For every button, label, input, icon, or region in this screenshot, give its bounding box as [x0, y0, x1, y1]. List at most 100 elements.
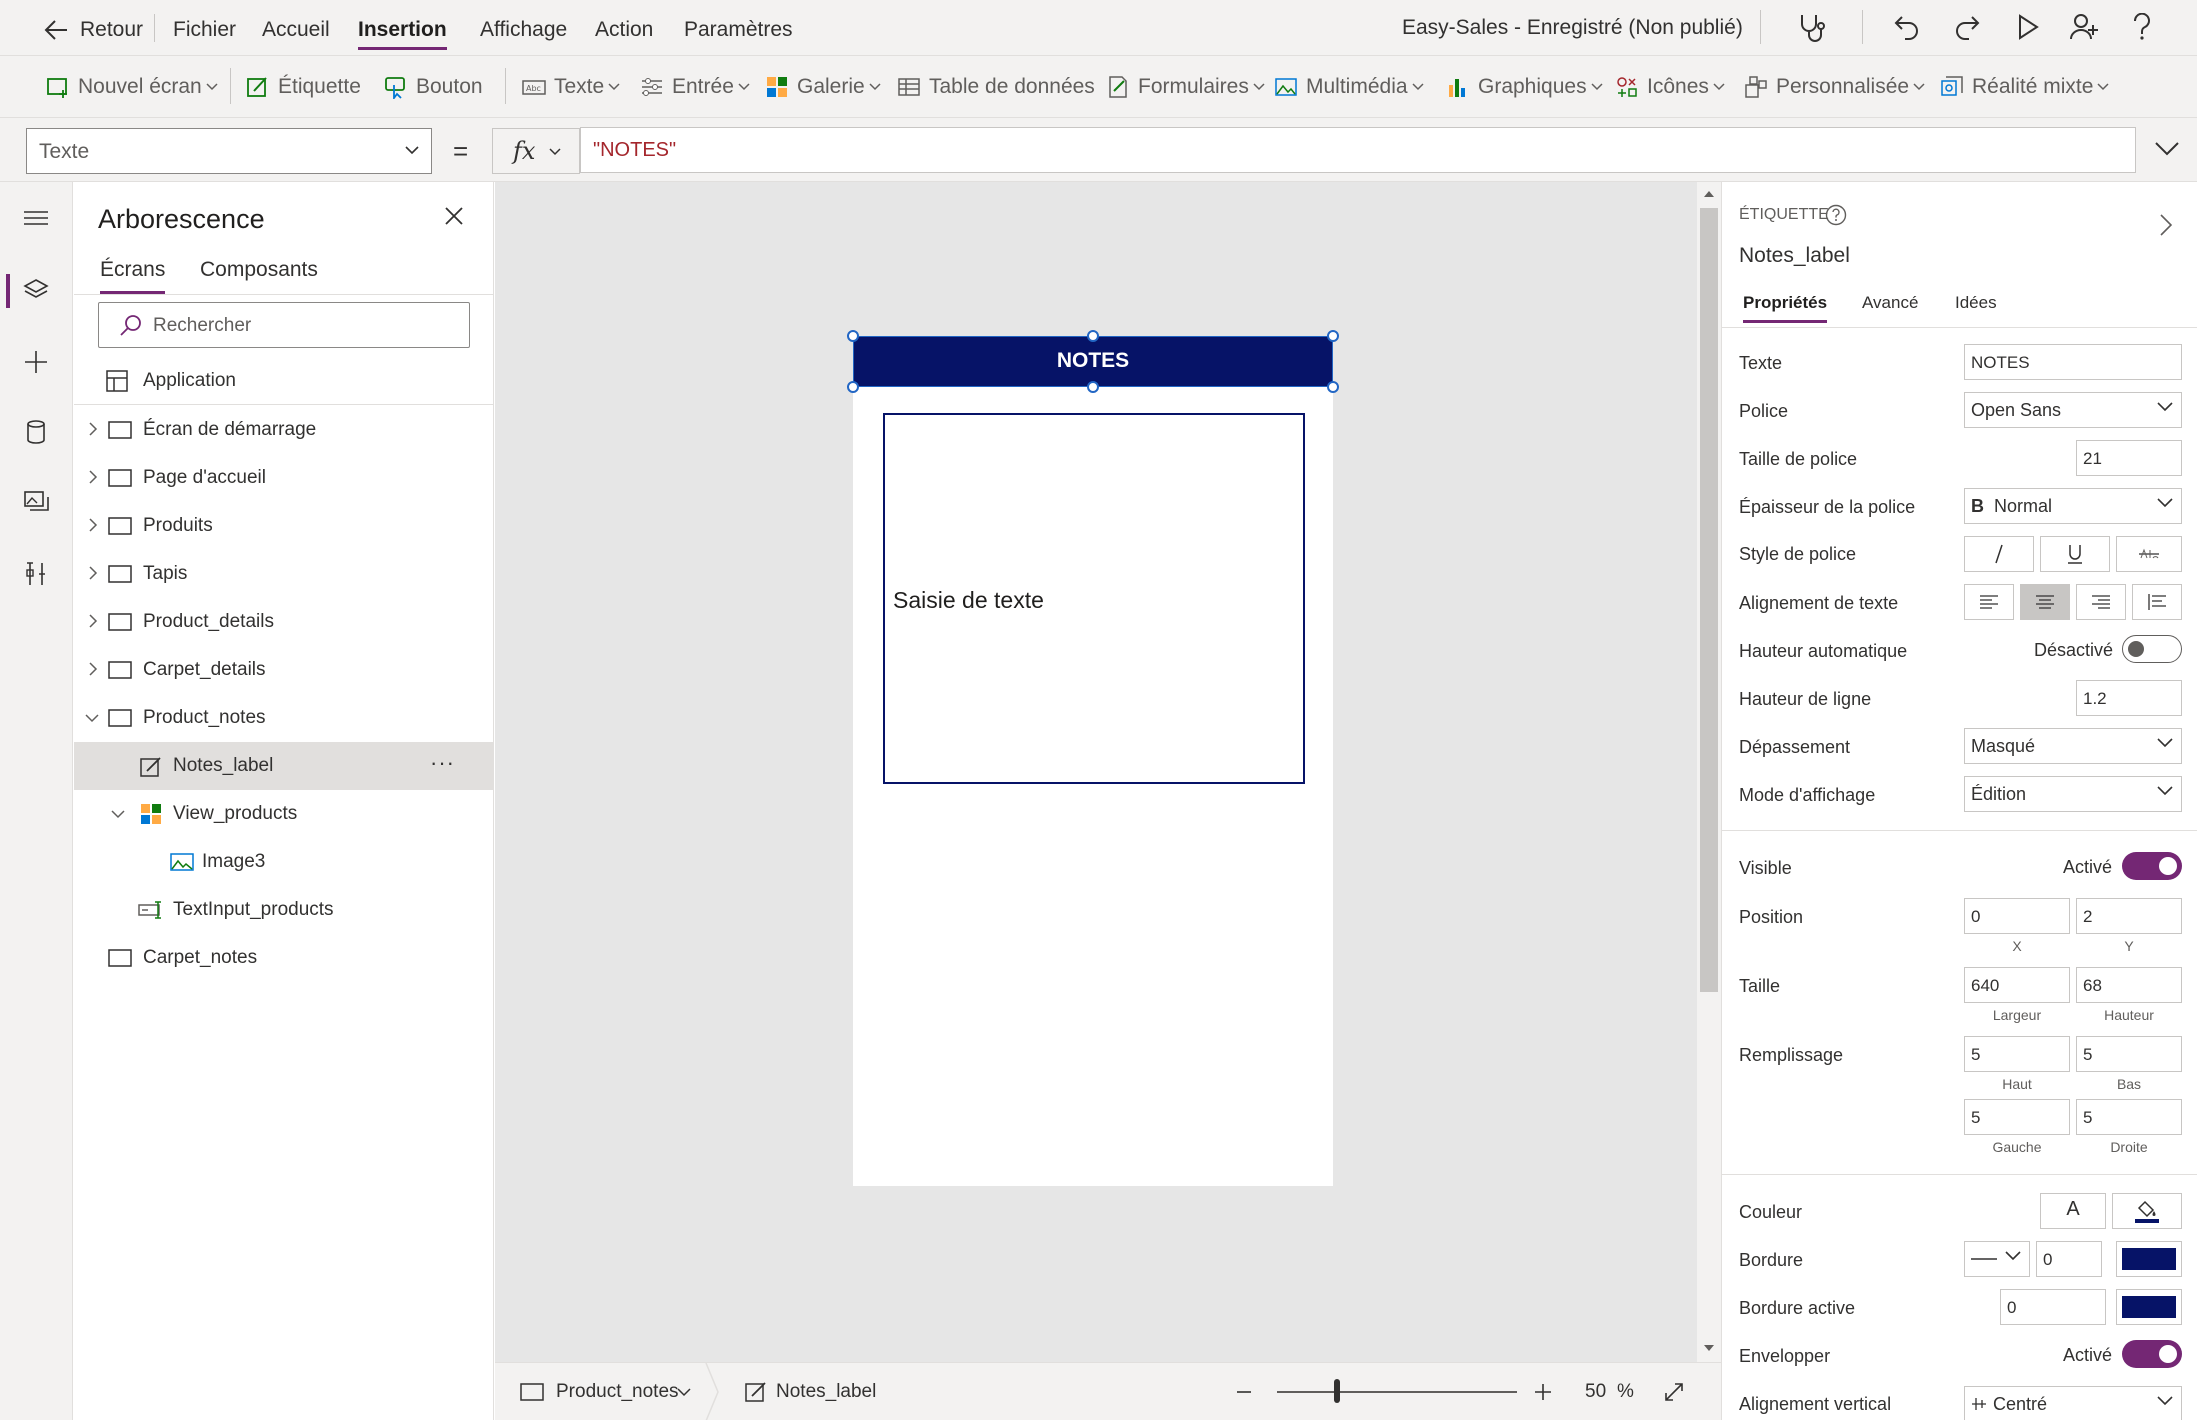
padding-top-input[interactable]: 5: [1964, 1036, 2070, 1072]
tree-item-notes-label[interactable]: Notes_label ···: [74, 742, 494, 790]
scroll-down-icon[interactable]: [1703, 1344, 1715, 1352]
fill-color-button[interactable]: [2112, 1193, 2182, 1229]
menu-action[interactable]: Action: [595, 18, 653, 42]
menu-settings[interactable]: Paramètres: [684, 18, 793, 42]
tree-item-textinput-products[interactable]: TextInput_products: [74, 886, 494, 934]
strikethrough-button[interactable]: [2116, 536, 2182, 572]
tab-properties[interactable]: Propriétés: [1743, 293, 1827, 313]
tree-item-application[interactable]: Application: [74, 357, 494, 405]
tab-components[interactable]: Composants: [200, 258, 318, 282]
tree-item-start-screen[interactable]: Écran de démarrage: [74, 406, 494, 454]
redo-icon[interactable]: [1953, 13, 1981, 41]
chevron-down-icon[interactable]: [85, 713, 99, 723]
focus-border-color-button[interactable]: [2116, 1289, 2182, 1325]
menu-insert[interactable]: Insertion: [358, 18, 447, 50]
prop-font-dropdown[interactable]: Open Sans: [1964, 392, 2182, 428]
prop-line-height-input[interactable]: 1.2: [2076, 680, 2182, 716]
chevron-down-icon[interactable]: [111, 809, 125, 819]
padding-right-input[interactable]: 5: [2076, 1099, 2182, 1135]
back-button[interactable]: Retour: [80, 18, 143, 42]
chevron-right-icon[interactable]: [88, 614, 98, 628]
zoom-in-icon[interactable]: [1535, 1384, 1551, 1400]
layers-tree-view-icon[interactable]: [22, 276, 50, 304]
insert-label-button[interactable]: Étiquette: [246, 72, 361, 102]
tree-item-view-products[interactable]: View_products: [74, 790, 494, 838]
width-input[interactable]: 640: [1964, 967, 2070, 1003]
italic-button[interactable]: [1964, 536, 2034, 572]
zoom-slider-thumb[interactable]: [1334, 1379, 1340, 1403]
tab-ideas[interactable]: Idées: [1955, 293, 1997, 313]
text-color-button[interactable]: A: [2040, 1193, 2106, 1229]
align-right-button[interactable]: [2076, 584, 2126, 620]
insert-gallery-button[interactable]: Galerie: [765, 72, 881, 102]
chevron-down-icon[interactable]: [677, 1388, 691, 1397]
tree-item-carpet-details[interactable]: Carpet_details: [74, 646, 494, 694]
focus-border-input[interactable]: 0: [2000, 1289, 2106, 1325]
chevron-right-icon[interactable]: [88, 518, 98, 532]
insert-icons-button[interactable]: Icônes: [1615, 72, 1725, 102]
insert-custom-button[interactable]: Personnalisée: [1744, 72, 1925, 102]
tree-item-carpet-notes[interactable]: Carpet_notes: [74, 934, 494, 982]
underline-button[interactable]: [2040, 536, 2110, 572]
tree-item-products[interactable]: Produits: [74, 502, 494, 550]
insert-input-button[interactable]: Entrée: [640, 72, 750, 102]
border-color-button[interactable]: [2116, 1241, 2182, 1277]
expand-formula-chevron-icon[interactable]: [2155, 142, 2179, 156]
auto-height-toggle[interactable]: [2122, 635, 2182, 663]
wrap-toggle[interactable]: [2122, 1340, 2182, 1368]
prop-text-input[interactable]: NOTES: [1964, 344, 2182, 380]
insert-charts-button[interactable]: Graphiques: [1446, 72, 1603, 102]
media-library-icon[interactable]: [22, 488, 50, 516]
align-left-button[interactable]: [1964, 584, 2014, 620]
tree-item-home-page[interactable]: Page d'accueil: [74, 454, 494, 502]
chevron-right-icon[interactable]: [88, 566, 98, 580]
align-justify-button[interactable]: [2132, 584, 2182, 620]
insert-forms-button[interactable]: Formulaires: [1106, 72, 1265, 102]
insert-mixed-reality-button[interactable]: Réalité mixte: [1940, 72, 2109, 102]
tree-search-input[interactable]: Rechercher: [98, 302, 470, 348]
zoom-out-icon[interactable]: [1237, 1391, 1251, 1393]
resize-handle-bl[interactable]: [847, 381, 859, 393]
resize-handle-b[interactable]: [1087, 381, 1099, 393]
border-thickness-input[interactable]: 0: [2036, 1241, 2102, 1277]
notes-text-input[interactable]: Saisie de texte: [883, 413, 1305, 784]
chevron-right-icon[interactable]: [88, 662, 98, 676]
resize-handle-br[interactable]: [1327, 381, 1339, 393]
zoom-slider-track[interactable]: [1277, 1391, 1517, 1393]
help-icon[interactable]: [2131, 13, 2153, 41]
back-arrow-icon[interactable]: [44, 19, 68, 41]
prop-overflow-dropdown[interactable]: Masqué: [1964, 728, 2182, 764]
scroll-up-icon[interactable]: [1703, 190, 1715, 198]
new-screen-button[interactable]: Nouvel écran: [46, 72, 218, 102]
visible-toggle[interactable]: [2122, 852, 2182, 880]
border-style-dropdown[interactable]: [1964, 1241, 2030, 1277]
database-icon[interactable]: [22, 418, 50, 446]
tree-item-image3[interactable]: Image3: [74, 838, 494, 886]
height-input[interactable]: 68: [2076, 967, 2182, 1003]
prop-font-size-input[interactable]: 21: [2076, 440, 2182, 476]
position-y-input[interactable]: 2: [2076, 898, 2182, 934]
property-dropdown[interactable]: Texte: [26, 128, 432, 174]
resize-handle-tr[interactable]: [1327, 330, 1339, 342]
resize-handle-t[interactable]: [1087, 330, 1099, 342]
insert-media-button[interactable]: Multimédia: [1274, 72, 1424, 102]
padding-bottom-input[interactable]: 5: [2076, 1036, 2182, 1072]
breadcrumb-screen[interactable]: Product_notes: [556, 1381, 679, 1403]
more-options-icon[interactable]: ···: [430, 750, 455, 776]
tab-advanced[interactable]: Avancé: [1862, 293, 1918, 313]
prop-font-weight-dropdown[interactable]: B Normal: [1964, 488, 2182, 524]
vertical-align-dropdown[interactable]: Centré: [1964, 1386, 2182, 1420]
undo-icon[interactable]: [1893, 13, 1921, 41]
menu-home[interactable]: Accueil: [262, 18, 330, 42]
tab-screens[interactable]: Écrans: [100, 258, 166, 294]
menu-file[interactable]: Fichier: [173, 18, 236, 42]
formula-input[interactable]: "NOTES": [580, 127, 2136, 173]
fx-button[interactable]: fx: [492, 128, 580, 174]
prop-display-mode-dropdown[interactable]: Édition: [1964, 776, 2182, 812]
breadcrumb-control[interactable]: Notes_label: [776, 1381, 876, 1403]
insert-button-button[interactable]: Bouton: [384, 72, 483, 102]
tree-item-product-details[interactable]: Product_details: [74, 598, 494, 646]
play-icon[interactable]: [2016, 14, 2040, 40]
align-center-button[interactable]: [2020, 584, 2070, 620]
info-help-icon[interactable]: [1825, 204, 1847, 226]
